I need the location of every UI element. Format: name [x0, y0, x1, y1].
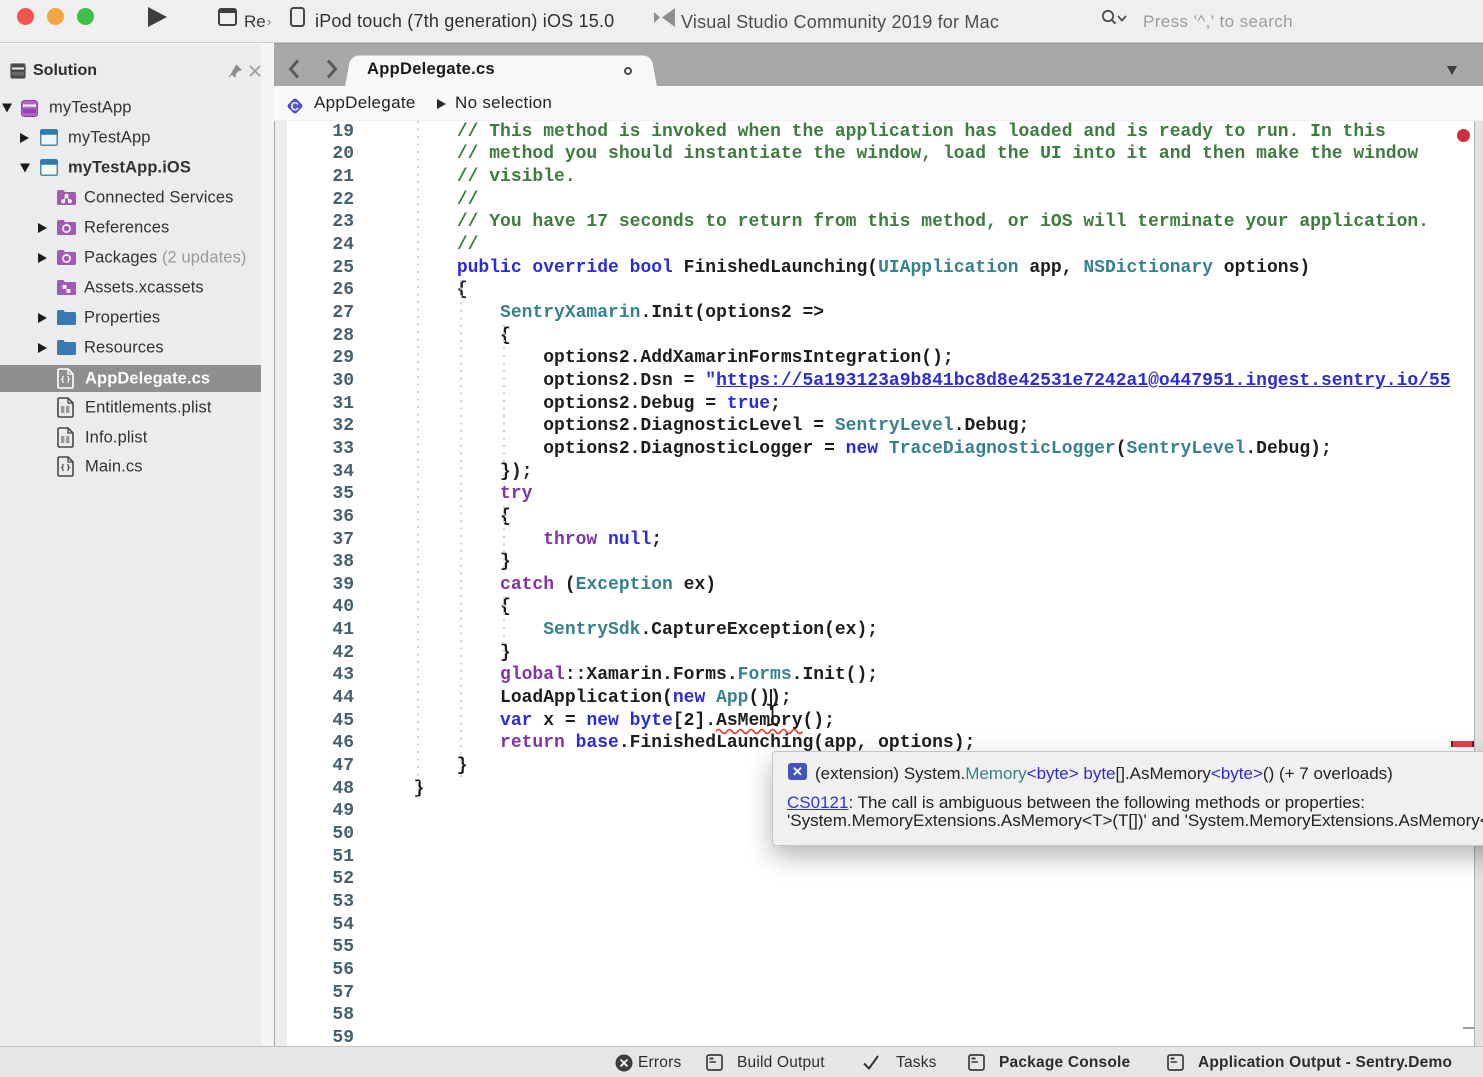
- svg-text:C: C: [291, 101, 299, 113]
